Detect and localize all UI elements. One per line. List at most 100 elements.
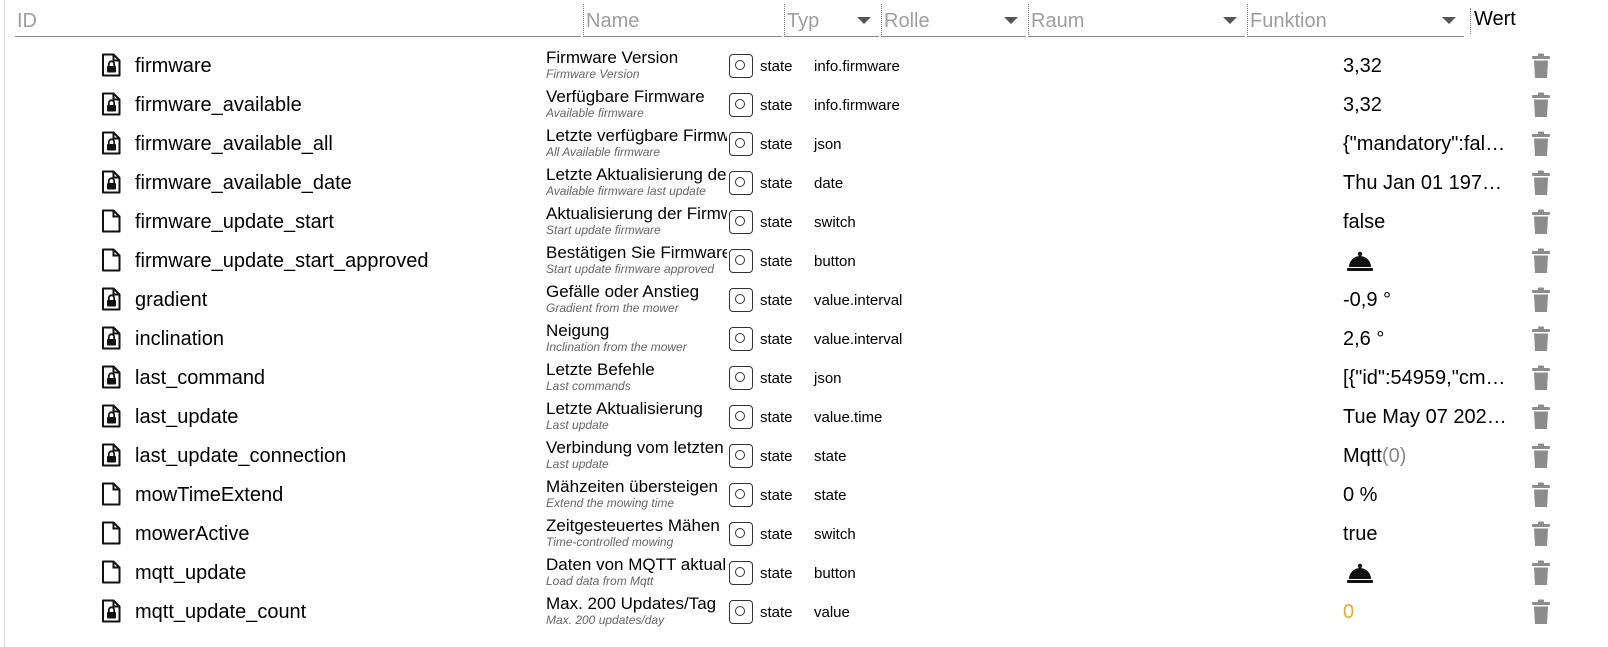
- object-role[interactable]: value.interval: [814, 292, 902, 309]
- object-name-cell[interactable]: Letzte Aktualisierung Last update: [546, 399, 727, 432]
- object-name-cell[interactable]: Gefälle oder Anstieg Gradient from the m…: [546, 282, 727, 315]
- delete-icon[interactable]: [1530, 404, 1552, 430]
- object-id[interactable]: mowTimeExtend: [135, 484, 283, 507]
- table-row[interactable]: inclination Neigung Inclination from the…: [5, 320, 1608, 359]
- object-id[interactable]: last_update_connection: [135, 445, 346, 468]
- delete-icon[interactable]: [1530, 209, 1552, 235]
- raum-filter-select[interactable]: Raum: [1028, 4, 1245, 37]
- bell-button-icon[interactable]: [1346, 561, 1374, 585]
- table-row[interactable]: last_update Letzte Aktualisierung Last u…: [5, 398, 1608, 437]
- object-role[interactable]: info.firmware: [814, 97, 900, 114]
- table-row[interactable]: firmware_available_date Letzte Aktualisi…: [5, 164, 1608, 203]
- object-id[interactable]: last_update: [135, 406, 238, 429]
- object-name-cell[interactable]: Zeitgesteuertes Mähen Time-controlled mo…: [546, 516, 727, 549]
- table-row[interactable]: mowTimeExtend Mähzeiten übersteigen Exte…: [5, 476, 1608, 515]
- object-name-cell[interactable]: Letzte Befehle Last commands: [546, 360, 727, 393]
- value-cell[interactable]: 0: [1343, 601, 1508, 624]
- name-filter-input[interactable]: Name: [583, 4, 782, 37]
- object-name-cell[interactable]: Letzte verfügbare Firmware All Available…: [546, 126, 727, 159]
- object-id[interactable]: mowerActive: [135, 523, 249, 546]
- object-id[interactable]: firmware_update_start_approved: [135, 250, 429, 273]
- delete-icon[interactable]: [1530, 248, 1552, 274]
- object-role[interactable]: button: [814, 253, 856, 270]
- object-id[interactable]: mqtt_update_count: [135, 601, 306, 624]
- object-name-cell[interactable]: Aktualisierung der Firmware starten Star…: [546, 204, 727, 237]
- delete-icon[interactable]: [1530, 170, 1552, 196]
- object-id[interactable]: firmware_available_date: [135, 172, 352, 195]
- object-type: state: [760, 409, 793, 426]
- object-name-cell[interactable]: Daten von MQTT aktualisieren Load data f…: [546, 555, 727, 588]
- object-role[interactable]: value: [814, 604, 850, 621]
- delete-icon[interactable]: [1530, 326, 1552, 352]
- object-name-cell[interactable]: Neigung Inclination from the mower: [546, 321, 727, 354]
- value-cell[interactable]: Mqtt(0): [1343, 445, 1508, 468]
- bell-button-icon[interactable]: [1346, 249, 1374, 273]
- object-id[interactable]: mqtt_update: [135, 562, 246, 585]
- table-row[interactable]: firmware_available Verfügbare Firmware A…: [5, 86, 1608, 125]
- typ-filter-select[interactable]: Typ: [784, 4, 879, 37]
- rolle-filter-placeholder: Rolle: [884, 10, 930, 32]
- delete-icon[interactable]: [1530, 53, 1552, 79]
- value-cell[interactable]: true: [1343, 523, 1508, 546]
- object-role[interactable]: state: [814, 448, 847, 465]
- rolle-filter-select[interactable]: Rolle: [881, 4, 1026, 37]
- table-row[interactable]: mowerActive Zeitgesteuertes Mähen Time-c…: [5, 515, 1608, 554]
- table-row[interactable]: mqtt_update_count Max. 200 Updates/Tag M…: [5, 593, 1608, 632]
- object-role[interactable]: json: [814, 370, 842, 387]
- table-row[interactable]: firmware Firmware Version Firmware Versi…: [5, 47, 1608, 86]
- value-cell[interactable]: [{"id":54959,"cmd":"mower"}]: [1343, 367, 1508, 390]
- object-name-cell[interactable]: Bestätigen Sie Firmware Start update fir…: [546, 243, 727, 276]
- state-type-icon: [729, 483, 753, 507]
- value-cell[interactable]: 0 %: [1343, 484, 1508, 507]
- value-cell[interactable]: Tue May 07 2024 10:00:00: [1343, 406, 1508, 429]
- object-role[interactable]: switch: [814, 214, 856, 231]
- delete-icon[interactable]: [1530, 131, 1552, 157]
- object-name-cell[interactable]: Verfügbare Firmware Available firmware: [546, 87, 727, 120]
- object-role[interactable]: json: [814, 136, 842, 153]
- object-role[interactable]: button: [814, 565, 856, 582]
- locked-file-icon: [101, 92, 121, 116]
- delete-icon[interactable]: [1530, 92, 1552, 118]
- object-name-cell[interactable]: Verbindung vom letzten Update Last updat…: [546, 438, 727, 471]
- delete-icon[interactable]: [1530, 521, 1552, 547]
- object-id[interactable]: last_command: [135, 367, 265, 390]
- table-row[interactable]: last_command Letzte Befehle Last command…: [5, 359, 1608, 398]
- object-id[interactable]: firmware_available_all: [135, 133, 333, 156]
- value-cell[interactable]: -0,9 °: [1343, 289, 1508, 312]
- object-id[interactable]: firmware_update_start: [135, 211, 334, 234]
- funktion-filter-select[interactable]: Funktion: [1247, 4, 1464, 37]
- value-cell[interactable]: false: [1343, 211, 1508, 234]
- table-row[interactable]: firmware_update_start_approved Bestätige…: [5, 242, 1608, 281]
- table-row[interactable]: firmware_available_all Letzte verfügbare…: [5, 125, 1608, 164]
- value-cell[interactable]: Thu Jan 01 1970 01:00:00: [1343, 172, 1508, 195]
- delete-icon[interactable]: [1530, 482, 1552, 508]
- value-cell[interactable]: {"mandatory":false,"version":"3,32"}: [1343, 133, 1508, 156]
- delete-icon[interactable]: [1530, 287, 1552, 313]
- delete-icon[interactable]: [1530, 365, 1552, 391]
- object-role[interactable]: value.time: [814, 409, 882, 426]
- object-role[interactable]: state: [814, 487, 847, 504]
- object-name-cell[interactable]: Letzte Aktualisierung der Firmware Avail…: [546, 165, 727, 198]
- object-id[interactable]: inclination: [135, 328, 224, 351]
- table-row[interactable]: firmware_update_start Aktualisierung der…: [5, 203, 1608, 242]
- id-filter-input[interactable]: ID: [15, 4, 581, 37]
- value-cell[interactable]: 3,32: [1343, 55, 1508, 78]
- table-row[interactable]: gradient Gefälle oder Anstieg Gradient f…: [5, 281, 1608, 320]
- object-name-cell[interactable]: Max. 200 Updates/Tag Max. 200 updates/da…: [546, 594, 727, 627]
- object-role[interactable]: date: [814, 175, 843, 192]
- object-id[interactable]: firmware_available: [135, 94, 302, 117]
- object-id[interactable]: firmware: [135, 55, 212, 78]
- value-cell[interactable]: 2,6 °: [1343, 328, 1508, 351]
- object-name-cell[interactable]: Firmware Version Firmware Version: [546, 48, 727, 81]
- object-role[interactable]: value.interval: [814, 331, 902, 348]
- delete-icon[interactable]: [1530, 560, 1552, 586]
- table-row[interactable]: last_update_connection Verbindung vom le…: [5, 437, 1608, 476]
- object-id[interactable]: gradient: [135, 289, 207, 312]
- object-name-cell[interactable]: Mähzeiten übersteigen Extend the mowing …: [546, 477, 727, 510]
- delete-icon[interactable]: [1530, 443, 1552, 469]
- object-role[interactable]: info.firmware: [814, 58, 900, 75]
- delete-icon[interactable]: [1530, 599, 1552, 625]
- object-role[interactable]: switch: [814, 526, 856, 543]
- value-cell[interactable]: 3,32: [1343, 94, 1508, 117]
- table-row[interactable]: mqtt_update Daten von MQTT aktualisieren…: [5, 554, 1608, 593]
